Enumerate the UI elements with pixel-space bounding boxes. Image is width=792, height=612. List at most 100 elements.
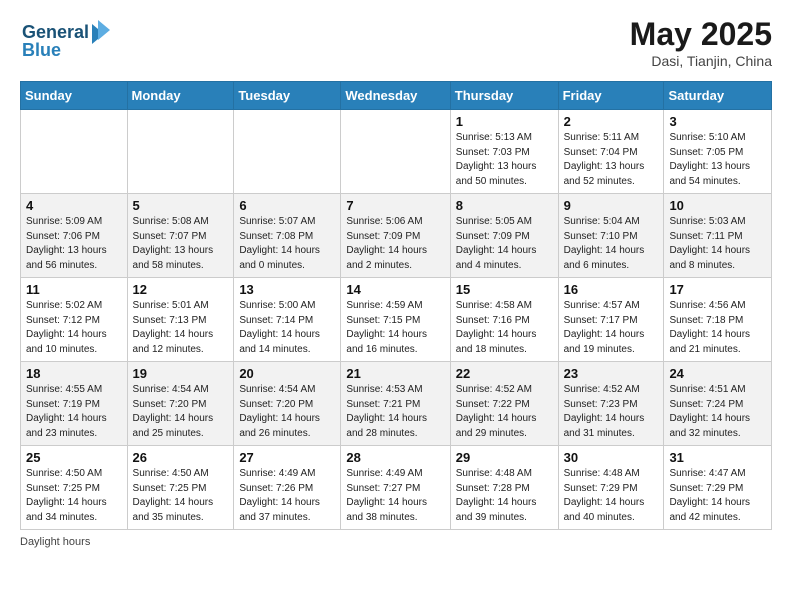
calendar-cell: 28 Sunrise: 4:49 AM Sunset: 7:27 PM Dayli… [341,446,450,530]
day-number: 27 [239,450,335,465]
day-detail: Sunrise: 5:02 AM Sunset: 7:12 PM Dayligh… [26,299,122,357]
col-header-saturday: Saturday [664,82,772,110]
day-number: 22 [456,366,553,381]
col-header-sunday: Sunday [21,82,128,110]
day-detail: Sunrise: 5:05 AM Sunset: 7:09 PM Dayligh… [456,215,553,273]
day-detail: Sunrise: 5:08 AM Sunset: 7:07 PM Dayligh… [133,215,229,273]
day-detail: Sunrise: 5:09 AM Sunset: 7:06 PM Dayligh… [26,215,122,273]
calendar-cell: 8 Sunrise: 5:05 AM Sunset: 7:09 PM Daylig… [450,194,558,278]
day-number: 5 [133,198,229,213]
calendar-cell: 1 Sunrise: 5:13 AM Sunset: 7:03 PM Daylig… [450,110,558,194]
calendar-cell: 14Sunrise: 4:59 AM Sunset: 7:15 PM Dayli… [341,278,450,362]
day-detail: Sunrise: 5:00 AM Sunset: 7:14 PM Dayligh… [239,299,335,357]
day-number: 18 [26,366,122,381]
day-number: 4 [26,198,122,213]
calendar-cell [127,110,234,194]
day-number: 26 [133,450,229,465]
day-detail: Sunrise: 4:49 AM Sunset: 7:27 PM Dayligh… [346,467,444,525]
day-number: 31 [669,450,766,465]
subtitle: Dasi, Tianjin, China [630,53,772,69]
day-number: 12 [133,282,229,297]
calendar-cell: 11 Sunrise: 5:02 AM Sunset: 7:12 PM Dayli… [21,278,128,362]
day-detail: Sunrise: 4:50 AM Sunset: 7:25 PM Dayligh… [133,467,229,525]
day-number: 28 [346,450,444,465]
day-number: 2 [564,114,659,129]
day-detail: Sunrise: 5:06 AM Sunset: 7:09 PM Dayligh… [346,215,444,273]
day-detail: Sunrise: 4:48 AM Sunset: 7:29 PM Dayligh… [564,467,659,525]
calendar-cell: 19 Sunrise: 4:54 AM Sunset: 7:20 PM Dayli… [127,362,234,446]
calendar-cell: 17Sunrise: 4:56 AM Sunset: 7:18 PM Dayli… [664,278,772,362]
calendar-cell: 16Sunrise: 4:57 AM Sunset: 7:17 PM Dayli… [558,278,664,362]
calendar-cell: 23 Sunrise: 4:52 AM Sunset: 7:23 PM Dayli… [558,362,664,446]
day-number: 19 [133,366,229,381]
calendar-week-3: 18Sunrise: 4:55 AM Sunset: 7:19 PM Dayli… [21,362,772,446]
day-detail: Sunrise: 5:03 AM Sunset: 7:11 PM Dayligh… [669,215,766,273]
calendar-cell: 26 Sunrise: 4:50 AM Sunset: 7:25 PM Dayli… [127,446,234,530]
calendar-cell: 25 Sunrise: 4:50 AM Sunset: 7:25 PM Dayli… [21,446,128,530]
day-detail: Sunrise: 4:52 AM Sunset: 7:22 PM Dayligh… [456,383,553,441]
calendar-cell: 21 Sunrise: 4:53 AM Sunset: 7:21 PM Dayli… [341,362,450,446]
day-detail: Sunrise: 4:54 AM Sunset: 7:20 PM Dayligh… [239,383,335,441]
calendar-cell: 20 Sunrise: 4:54 AM Sunset: 7:20 PM Dayli… [234,362,341,446]
day-detail: Sunrise: 5:07 AM Sunset: 7:08 PM Dayligh… [239,215,335,273]
calendar-cell: 7 Sunrise: 5:06 AM Sunset: 7:09 PM Daylig… [341,194,450,278]
day-detail: Sunrise: 4:50 AM Sunset: 7:25 PM Dayligh… [26,467,122,525]
logo-icon: General Blue [20,16,110,60]
day-number: 15 [456,282,553,297]
col-header-tuesday: Tuesday [234,82,341,110]
col-header-monday: Monday [127,82,234,110]
day-number: 25 [26,450,122,465]
day-detail: Sunrise: 4:58 AM Sunset: 7:16 PM Dayligh… [456,299,553,357]
day-number: 23 [564,366,659,381]
day-detail: Sunrise: 5:10 AM Sunset: 7:05 PM Dayligh… [669,131,766,189]
col-header-friday: Friday [558,82,664,110]
day-number: 29 [456,450,553,465]
day-number: 8 [456,198,553,213]
calendar-cell: 4 Sunrise: 5:09 AM Sunset: 7:06 PM Daylig… [21,194,128,278]
calendar-cell [234,110,341,194]
day-detail: Sunrise: 4:49 AM Sunset: 7:26 PM Dayligh… [239,467,335,525]
day-detail: Sunrise: 5:11 AM Sunset: 7:04 PM Dayligh… [564,131,659,189]
day-detail: Sunrise: 4:57 AM Sunset: 7:17 PM Dayligh… [564,299,659,357]
calendar-cell: 5 Sunrise: 5:08 AM Sunset: 7:07 PM Daylig… [127,194,234,278]
calendar-cell: 22 Sunrise: 4:52 AM Sunset: 7:22 PM Dayli… [450,362,558,446]
calendar-cell: 9 Sunrise: 5:04 AM Sunset: 7:10 PM Daylig… [558,194,664,278]
calendar-cell: 12 Sunrise: 5:01 AM Sunset: 7:13 PM Dayli… [127,278,234,362]
day-detail: Sunrise: 4:53 AM Sunset: 7:21 PM Dayligh… [346,383,444,441]
day-number: 20 [239,366,335,381]
svg-text:General: General [22,22,89,42]
day-number: 17 [669,282,766,297]
day-number: 7 [346,198,444,213]
calendar-cell: 2 Sunrise: 5:11 AM Sunset: 7:04 PM Daylig… [558,110,664,194]
calendar-cell: 29Sunrise: 4:48 AM Sunset: 7:28 PM Dayli… [450,446,558,530]
calendar-cell: 13Sunrise: 5:00 AM Sunset: 7:14 PM Dayli… [234,278,341,362]
day-detail: Sunrise: 5:01 AM Sunset: 7:13 PM Dayligh… [133,299,229,357]
calendar-cell: 10Sunrise: 5:03 AM Sunset: 7:11 PM Dayli… [664,194,772,278]
page: General Blue May 2025 Dasi, Tianjin, Chi… [0,0,792,564]
day-detail: Sunrise: 4:54 AM Sunset: 7:20 PM Dayligh… [133,383,229,441]
col-header-thursday: Thursday [450,82,558,110]
day-detail: Sunrise: 5:04 AM Sunset: 7:10 PM Dayligh… [564,215,659,273]
calendar-cell: 24Sunrise: 4:51 AM Sunset: 7:24 PM Dayli… [664,362,772,446]
main-title: May 2025 [630,16,772,53]
day-number: 21 [346,366,444,381]
day-number: 3 [669,114,766,129]
day-detail: Sunrise: 4:52 AM Sunset: 7:23 PM Dayligh… [564,383,659,441]
day-number: 14 [346,282,444,297]
day-number: 1 [456,114,553,129]
title-block: May 2025 Dasi, Tianjin, China [630,16,772,69]
header: General Blue May 2025 Dasi, Tianjin, Chi… [20,16,772,69]
logo: General Blue [20,16,110,65]
day-detail: Sunrise: 5:13 AM Sunset: 7:03 PM Dayligh… [456,131,553,189]
calendar-cell: 30Sunrise: 4:48 AM Sunset: 7:29 PM Dayli… [558,446,664,530]
day-number: 6 [239,198,335,213]
day-number: 24 [669,366,766,381]
day-detail: Sunrise: 4:47 AM Sunset: 7:29 PM Dayligh… [669,467,766,525]
calendar-header-row: SundayMondayTuesdayWednesdayThursdayFrid… [21,82,772,110]
day-number: 11 [26,282,122,297]
day-number: 9 [564,198,659,213]
calendar-week-0: 1 Sunrise: 5:13 AM Sunset: 7:03 PM Daylig… [21,110,772,194]
calendar-table: SundayMondayTuesdayWednesdayThursdayFrid… [20,81,772,530]
svg-text:Blue: Blue [22,40,61,60]
calendar-cell [341,110,450,194]
